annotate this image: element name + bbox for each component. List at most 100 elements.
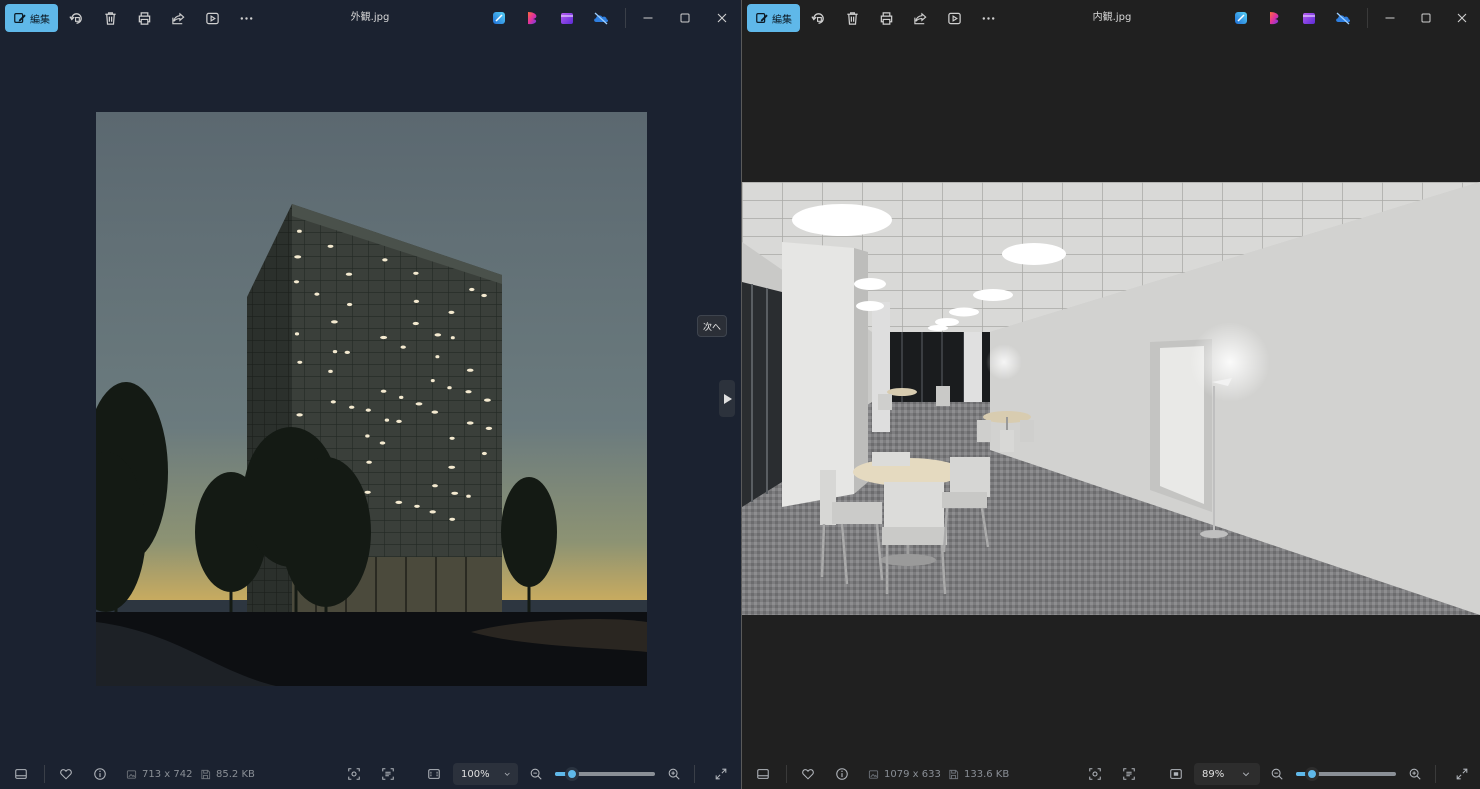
more-button[interactable]: [974, 4, 1002, 32]
window-light: [345, 272, 353, 276]
window-light: [330, 400, 336, 404]
filmstrip-button[interactable]: [753, 764, 773, 784]
edit-button[interactable]: 編集: [747, 4, 800, 32]
window-light: [400, 345, 406, 349]
window-light: [451, 491, 459, 495]
filmstrip-button[interactable]: [11, 764, 31, 784]
minimize-icon: [643, 17, 653, 19]
zoom-dropdown[interactable]: 89%: [1194, 763, 1260, 785]
fullscreen-button[interactable]: [1452, 764, 1472, 784]
video-app-icon: [1303, 13, 1315, 24]
zoom-out-icon: [530, 768, 542, 780]
window-title: 外観.jpg: [350, 12, 390, 23]
favorite-button[interactable]: [798, 764, 818, 784]
delete-button[interactable]: [96, 4, 124, 32]
onedrive-app-button[interactable]: [1335, 10, 1351, 26]
zoom-slider-track: [1296, 767, 1396, 781]
zoom-out-button[interactable]: [526, 764, 546, 784]
photos-window-exterior: 編集 外観.jpg 次へ 713 x 742 85.2 KB 100%: [0, 0, 741, 789]
window-light: [415, 402, 423, 406]
ocr-button[interactable]: [1119, 764, 1139, 784]
share-button[interactable]: [164, 4, 192, 32]
video-app-button[interactable]: [1301, 10, 1317, 26]
ocr-icon: [382, 768, 394, 780]
favorite-button[interactable]: [56, 764, 76, 784]
zoom-slider-thumb[interactable]: [565, 767, 579, 781]
fullscreen-icon: [1456, 768, 1468, 780]
detect-button[interactable]: [1085, 764, 1105, 784]
window-light: [314, 292, 320, 296]
window-light: [297, 360, 303, 364]
zoom-out-button[interactable]: [1267, 764, 1287, 784]
clipchamp-app-button[interactable]: [1267, 10, 1283, 26]
onedrive-app-button[interactable]: [593, 10, 609, 26]
window-light: [484, 398, 491, 402]
maximize-icon: [1421, 13, 1431, 23]
window-light: [450, 336, 455, 340]
toolbar-divider: [625, 8, 626, 28]
zoom-in-icon: [668, 768, 680, 780]
next-image-button[interactable]: [719, 380, 735, 417]
edit-button[interactable]: 編集: [5, 4, 58, 32]
filmstrip-icon: [15, 769, 27, 779]
clipchamp-app-button[interactable]: [525, 10, 541, 26]
filmstrip-icon: [757, 769, 769, 779]
window-light: [430, 379, 435, 383]
fit-button[interactable]: [424, 764, 444, 784]
info-button[interactable]: [90, 764, 110, 784]
edit-label: 編集: [772, 14, 792, 26]
zoom-out-icon: [1271, 768, 1283, 780]
window-light: [413, 299, 420, 303]
video-app-button[interactable]: [559, 10, 575, 26]
window-light: [380, 335, 388, 340]
file-size: 85.2 KB: [200, 759, 255, 789]
zoom-in-button[interactable]: [1405, 764, 1425, 784]
designer-app-button[interactable]: [1233, 10, 1249, 26]
window-light: [412, 321, 419, 326]
window-light: [328, 369, 333, 373]
zoom-slider-thumb[interactable]: [1305, 767, 1319, 781]
close-button[interactable]: [704, 4, 740, 32]
close-icon: [717, 13, 727, 23]
maximize-button[interactable]: [667, 4, 703, 32]
ocr-button[interactable]: [378, 764, 398, 784]
designer-app-button[interactable]: [491, 10, 507, 26]
more-icon: [982, 16, 994, 20]
window-light: [434, 333, 442, 337]
share-button[interactable]: [906, 4, 934, 32]
zoom-slider[interactable]: [555, 759, 655, 789]
slideshow-icon: [205, 12, 219, 24]
video-app-icon: [561, 13, 573, 24]
close-button[interactable]: [1444, 4, 1480, 32]
print-button[interactable]: [130, 4, 158, 32]
minimize-button[interactable]: [630, 4, 666, 32]
fullscreen-button[interactable]: [711, 764, 731, 784]
window-light: [344, 350, 350, 354]
zoom-dropdown[interactable]: 100%: [453, 763, 518, 785]
window-light: [297, 229, 302, 233]
print-button[interactable]: [872, 4, 900, 32]
window-light: [365, 408, 371, 412]
window-light: [296, 413, 303, 417]
chevron-down-icon: [1243, 772, 1250, 777]
info-button[interactable]: [832, 764, 852, 784]
window-light: [485, 426, 493, 430]
window-light: [432, 484, 438, 488]
slideshow-button[interactable]: [940, 4, 968, 32]
rotate-button[interactable]: [804, 4, 832, 32]
zoom-in-button[interactable]: [664, 764, 684, 784]
more-button[interactable]: [232, 4, 260, 32]
window-light: [469, 287, 475, 292]
delete-button[interactable]: [838, 4, 866, 32]
zoom-slider-track: [555, 767, 655, 781]
slideshow-button[interactable]: [198, 4, 226, 32]
detect-button[interactable]: [344, 764, 364, 784]
edit-icon: [756, 13, 768, 23]
maximize-button[interactable]: [1408, 4, 1444, 32]
rotate-button[interactable]: [62, 4, 90, 32]
minimize-icon: [1385, 17, 1395, 19]
minimize-button[interactable]: [1372, 4, 1408, 32]
zoom-slider[interactable]: [1296, 759, 1396, 789]
interior-photo: [742, 182, 1480, 615]
actual-size-button[interactable]: [1166, 764, 1186, 784]
